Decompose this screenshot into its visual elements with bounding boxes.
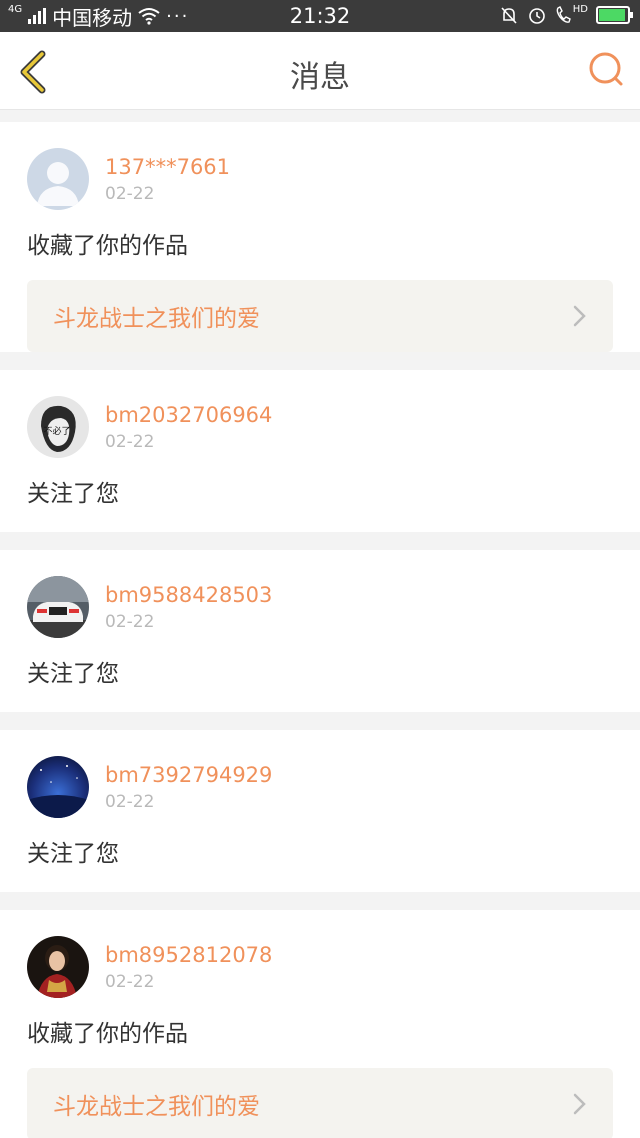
work-link[interactable]: 斗龙战士之我们的爱 [27,280,613,352]
message-item[interactable]: 不必了 bm2032706964 02-22 关注了您 [0,370,640,532]
bell-muted-icon [501,7,517,24]
message-date: 02-22 [105,792,155,812]
alarm-icon [528,8,545,24]
username[interactable]: bm8952812078 [105,942,272,968]
message-date: 02-22 [105,184,155,204]
avatar[interactable] [27,756,89,818]
username[interactable]: bm9588428503 [105,582,272,608]
work-title: 斗龙战士之我们的爱 [53,1094,260,1120]
message-date: 02-22 [105,972,155,992]
message-date: 02-22 [105,432,155,452]
work-title: 斗龙战士之我们的爱 [53,306,260,332]
message-item[interactable]: bm8952812078 02-22 收藏了你的作品 斗龙战士之我们的爱 [0,910,640,1138]
status-bar: 4G 中国移动 ··· 21:32 HD [0,0,640,32]
avatar-default[interactable] [27,148,89,210]
username[interactable]: bm7392794929 [105,762,272,788]
action-text: 关注了您 [27,481,119,507]
chevron-right-icon [573,1093,586,1115]
action-text: 关注了您 [27,841,119,867]
username[interactable]: 137***7661 [105,154,230,180]
avatar[interactable] [27,576,89,638]
search-icon[interactable] [586,50,626,90]
battery-icon [596,6,633,24]
message-item[interactable]: bm9588428503 02-22 关注了您 [0,550,640,712]
message-item[interactable]: 137***7661 02-22 收藏了你的作品 斗龙战士之我们的爱 [0,122,640,352]
page-title: 消息 [290,60,350,95]
nav-bar: 消息 [0,32,640,110]
message-date: 02-22 [105,612,155,632]
message-item[interactable]: bm7392794929 02-22 关注了您 [0,730,640,892]
avatar-caption: 不必了 [43,425,70,437]
hd-call-icon: HD [555,5,588,25]
avatar[interactable]: 不必了 [27,396,89,458]
username[interactable]: bm2032706964 [105,402,272,428]
work-link[interactable]: 斗龙战士之我们的爱 [27,1068,613,1138]
status-right: HD [499,5,633,25]
avatar[interactable] [27,936,89,998]
action-text: 关注了您 [27,661,119,687]
chevron-right-icon [573,305,586,327]
action-text: 收藏了你的作品 [27,1021,188,1047]
action-text: 收藏了你的作品 [27,233,188,259]
message-list: 137***7661 02-22 收藏了你的作品 斗龙战士之我们的爱 不必了 b… [0,122,640,1138]
